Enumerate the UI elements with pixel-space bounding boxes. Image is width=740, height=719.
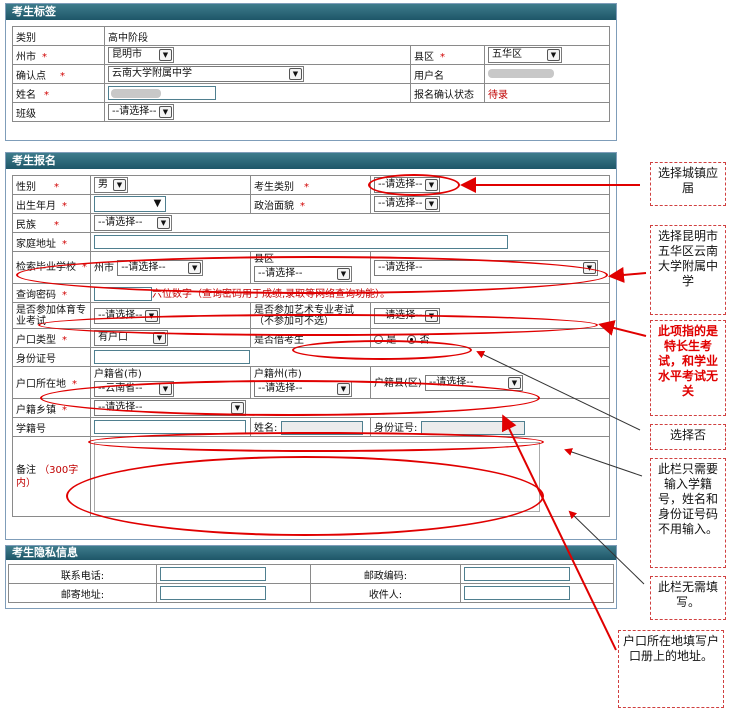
note-school: 选择昆明市五华区云南大学附属中学 xyxy=(650,225,726,315)
note-remark: 此栏无需填写。 xyxy=(650,576,726,620)
annotation-arrows xyxy=(460,177,647,651)
note-stuno: 此栏只需要输入学籍号，姓名和身份证号码不用输入。 xyxy=(650,458,726,568)
note-borrow: 选择否 xyxy=(650,424,726,450)
note-pe: 此项指的是特长生考试，和学业水平考试无关 xyxy=(650,320,726,416)
note-hukou-loc: 户口所在地填写户口册上的地址。 xyxy=(618,630,724,708)
note-stu-type: 选择城镇应届 xyxy=(650,162,726,206)
